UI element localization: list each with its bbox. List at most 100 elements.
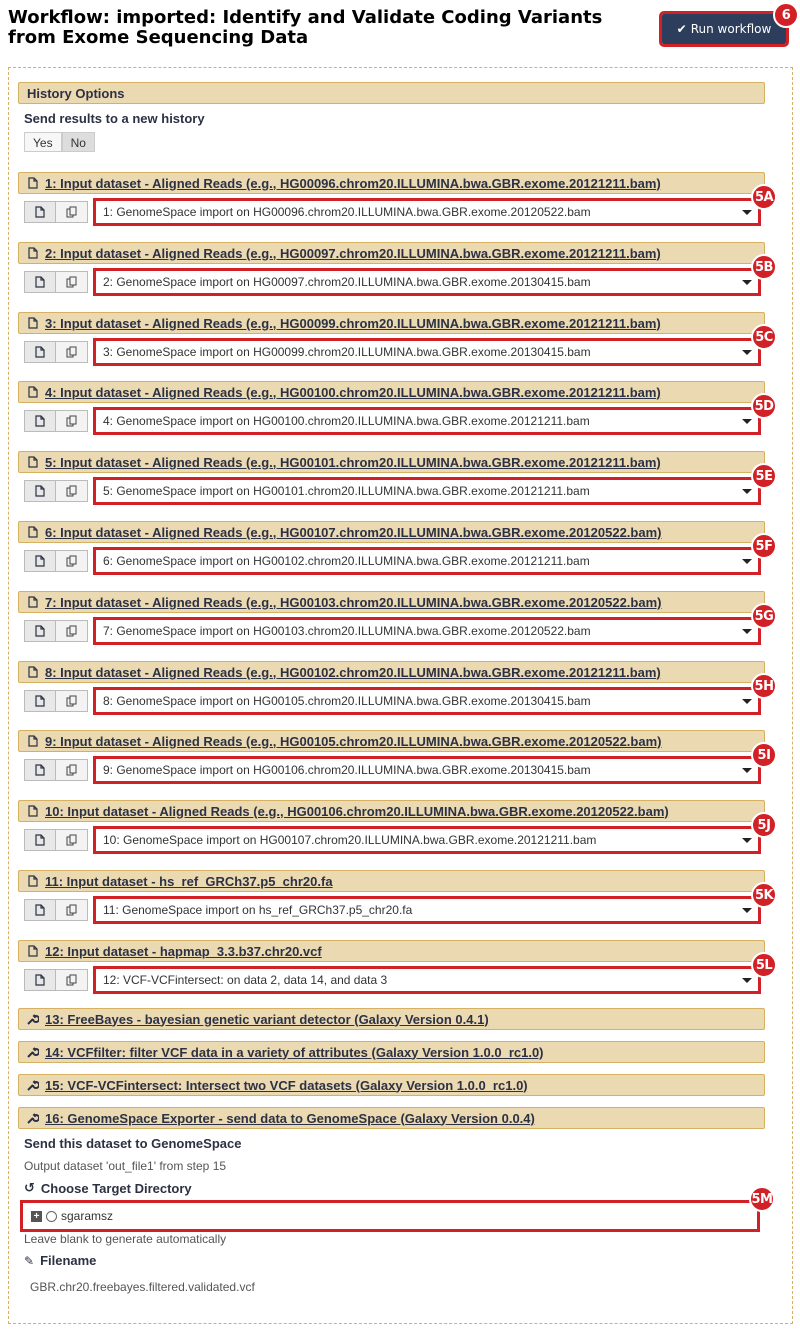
- multiple-datasets-button[interactable]: [56, 969, 88, 991]
- expand-icon[interactable]: +: [31, 1210, 42, 1222]
- input-mode-buttons: [24, 550, 88, 572]
- step-badge: 5F: [751, 533, 777, 559]
- directory-name[interactable]: sgaramsz: [61, 1209, 113, 1223]
- dataset-select[interactable]: 11: GenomeSpace import on hs_ref_GRCh37.…: [93, 896, 761, 924]
- title-line-2: from Exome Sequencing Data: [8, 27, 309, 48]
- check-icon: ✔: [676, 22, 687, 36]
- dataset-select[interactable]: 9: GenomeSpace import on HG00106.chrom20…: [93, 756, 761, 784]
- dataset-select-value: 12: VCF-VCFintersect: on data 2, data 14…: [103, 973, 388, 987]
- multiple-datasets-button[interactable]: [56, 341, 88, 363]
- multiple-datasets-button[interactable]: [56, 759, 88, 781]
- input-section-9[interactable]: 9: Input dataset - Aligned Reads (e.g., …: [18, 730, 765, 752]
- single-dataset-button[interactable]: [24, 271, 56, 293]
- input-section-10[interactable]: 10: Input dataset - Aligned Reads (e.g.,…: [18, 800, 765, 822]
- multiple-datasets-button[interactable]: [56, 620, 88, 642]
- multiple-datasets-button[interactable]: [56, 829, 88, 851]
- single-dataset-button[interactable]: [24, 969, 56, 991]
- input-section-6[interactable]: 6: Input dataset - Aligned Reads (e.g., …: [18, 521, 765, 543]
- dataset-select[interactable]: 6: GenomeSpace import on HG00102.chrom20…: [93, 547, 761, 575]
- input-section-12[interactable]: 12: Input dataset - hapmap_3.3.b37.chr20…: [18, 940, 765, 962]
- chevron-down-icon: [742, 419, 752, 424]
- single-dataset-button[interactable]: [24, 201, 56, 223]
- input-title: 4: Input dataset - Aligned Reads (e.g., …: [45, 384, 661, 400]
- tool-title: 16: GenomeSpace Exporter - send data to …: [45, 1110, 535, 1126]
- dataset-select[interactable]: 8: GenomeSpace import on HG00105.chrom20…: [93, 687, 761, 715]
- step-badge-run: 6: [773, 2, 799, 28]
- input-section-11[interactable]: 11: Input dataset - hs_ref_GRCh37.p5_chr…: [18, 870, 765, 892]
- single-dataset-button[interactable]: [24, 759, 56, 781]
- file-icon: [27, 805, 39, 817]
- input-title: 12: Input dataset - hapmap_3.3.b37.chr20…: [45, 943, 322, 959]
- new-history-label: Send results to a new history: [24, 111, 205, 126]
- step-badge: 5H: [751, 673, 777, 699]
- step-badge: 5E: [751, 463, 777, 489]
- multiple-datasets-button[interactable]: [56, 271, 88, 293]
- input-section-1[interactable]: 1: Input dataset - Aligned Reads (e.g., …: [18, 172, 765, 194]
- dataset-select[interactable]: 5: GenomeSpace import on HG00101.chrom20…: [93, 477, 761, 505]
- dataset-select[interactable]: 3: GenomeSpace import on HG00099.chrom20…: [93, 338, 761, 366]
- step-badge-target: 5M: [749, 1186, 775, 1212]
- input-section-7[interactable]: 7: Input dataset - Aligned Reads (e.g., …: [18, 591, 765, 613]
- dataset-select[interactable]: 7: GenomeSpace import on HG00103.chrom20…: [93, 617, 761, 645]
- single-dataset-button[interactable]: [24, 341, 56, 363]
- single-dataset-button[interactable]: [24, 829, 56, 851]
- history-options-header[interactable]: History Options: [18, 82, 765, 104]
- input-mode-buttons: [24, 620, 88, 642]
- input-title: 2: Input dataset - Aligned Reads (e.g., …: [45, 245, 661, 261]
- input-title: 11: Input dataset - hs_ref_GRCh37.p5_chr…: [45, 873, 333, 889]
- multiple-datasets-button[interactable]: [56, 201, 88, 223]
- multiple-datasets-button[interactable]: [56, 899, 88, 921]
- tool-section-freebayes[interactable]: 13: FreeBayes - bayesian genetic variant…: [18, 1008, 765, 1030]
- single-dataset-button[interactable]: [24, 550, 56, 572]
- input-section-3[interactable]: 3: Input dataset - Aligned Reads (e.g., …: [18, 312, 765, 334]
- chevron-down-icon: [742, 629, 752, 634]
- dataset-select-value: 6: GenomeSpace import on HG00102.chrom20…: [103, 554, 590, 568]
- file-icon: [27, 247, 39, 259]
- dataset-select[interactable]: 1: GenomeSpace import on HG00096.chrom20…: [93, 198, 761, 226]
- dataset-select[interactable]: 2: GenomeSpace import on HG00097.chrom20…: [93, 268, 761, 296]
- filename-input[interactable]: GBR.chr20.freebayes.filtered.validated.v…: [30, 1280, 255, 1294]
- single-dataset-button[interactable]: [24, 690, 56, 712]
- single-dataset-button[interactable]: [24, 480, 56, 502]
- input-mode-buttons: [24, 341, 88, 363]
- chevron-down-icon: [742, 210, 752, 215]
- single-dataset-button[interactable]: [24, 410, 56, 432]
- input-title: 1: Input dataset - Aligned Reads (e.g., …: [45, 175, 661, 191]
- dataset-select[interactable]: 10: GenomeSpace import on HG00107.chrom2…: [93, 826, 761, 854]
- yes-option[interactable]: Yes: [24, 132, 62, 152]
- single-dataset-button[interactable]: [24, 899, 56, 921]
- tool-section-vcffilter[interactable]: 14: VCFfilter: filter VCF data in a vari…: [18, 1041, 765, 1063]
- multiple-datasets-button[interactable]: [56, 410, 88, 432]
- send-dataset-label: Send this dataset to GenomeSpace: [24, 1136, 242, 1151]
- chevron-down-icon: [742, 838, 752, 843]
- input-section-8[interactable]: 8: Input dataset - Aligned Reads (e.g., …: [18, 661, 765, 683]
- dataset-select[interactable]: 12: VCF-VCFintersect: on data 2, data 14…: [93, 966, 761, 994]
- dataset-select-value: 3: GenomeSpace import on HG00099.chrom20…: [103, 345, 591, 359]
- no-option[interactable]: No: [61, 132, 95, 152]
- multiple-datasets-button[interactable]: [56, 690, 88, 712]
- input-title: 7: Input dataset - Aligned Reads (e.g., …: [45, 594, 662, 610]
- multiple-datasets-button[interactable]: [56, 480, 88, 502]
- dataset-select-value: 7: GenomeSpace import on HG00103.chrom20…: [103, 624, 591, 638]
- tool-section-genomespace-exporter[interactable]: 16: GenomeSpace Exporter - send data to …: [18, 1107, 765, 1129]
- dataset-select[interactable]: 4: GenomeSpace import on HG00100.chrom20…: [93, 407, 761, 435]
- chevron-down-icon: [742, 489, 752, 494]
- dataset-select-value: 8: GenomeSpace import on HG00105.chrom20…: [103, 694, 591, 708]
- multiple-datasets-button[interactable]: [56, 550, 88, 572]
- target-directory-text: Choose Target Directory: [40, 1180, 192, 1196]
- input-section-5[interactable]: 5: Input dataset - Aligned Reads (e.g., …: [18, 451, 765, 473]
- tool-section-vcfintersect[interactable]: 15: VCF-VCFintersect: Intersect two VCF …: [18, 1074, 765, 1096]
- refresh-icon[interactable]: ↺: [24, 1180, 35, 1196]
- dataset-select-value: 11: GenomeSpace import on hs_ref_GRCh37.…: [103, 903, 413, 917]
- directory-radio[interactable]: [46, 1210, 57, 1222]
- single-dataset-button[interactable]: [24, 620, 56, 642]
- input-section-4[interactable]: 4: Input dataset - Aligned Reads (e.g., …: [18, 381, 765, 403]
- file-icon: [27, 735, 39, 747]
- file-icon: [27, 386, 39, 398]
- input-section-2[interactable]: 2: Input dataset - Aligned Reads (e.g., …: [18, 242, 765, 264]
- tool-title: 14: VCFfilter: filter VCF data in a vari…: [45, 1044, 544, 1060]
- run-workflow-button[interactable]: ✔ Run workflow: [659, 11, 789, 47]
- wrench-icon: [27, 1112, 39, 1124]
- input-title: 8: Input dataset - Aligned Reads (e.g., …: [45, 664, 661, 680]
- history-options-title: History Options: [27, 85, 125, 101]
